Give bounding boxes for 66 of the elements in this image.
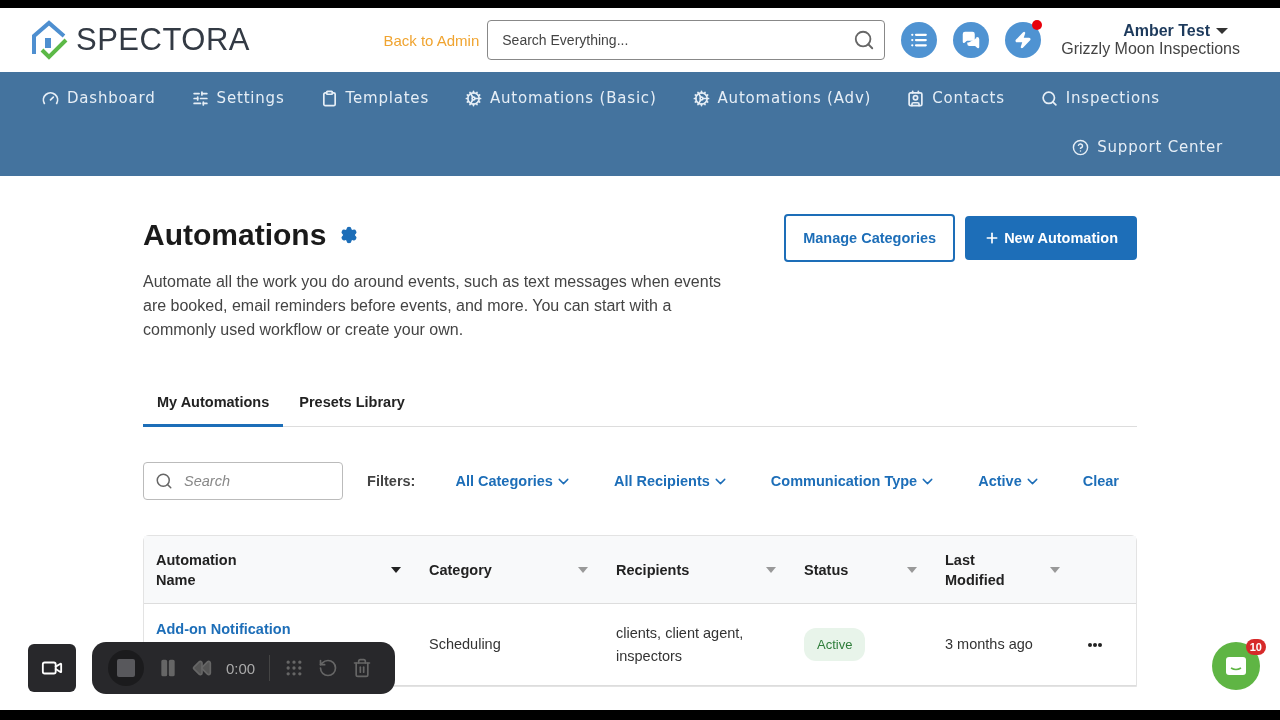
table-cell-text: Scheduling [428,635,502,654]
contact-card-icon [907,89,925,107]
cogs-icon [465,89,482,107]
search-icon [155,472,173,490]
rewind-icon[interactable] [192,658,212,678]
more-icon [1088,642,1102,647]
pause-icon[interactable] [158,658,178,678]
logo-house-icon [30,20,70,60]
search-field[interactable]: Search [143,462,344,500]
table-cell-text: 3 months ago [944,635,1034,654]
list-icon [910,31,929,49]
filter-dropdown[interactable]: All Recipients [613,472,729,490]
chat-button[interactable] [953,22,990,58]
recording-time: 0:00 [226,659,256,677]
nav-link[interactable]: Inspections [1040,89,1160,107]
search-icon [1040,89,1058,107]
status-pill: Active [804,628,866,661]
search-icon [853,29,876,51]
filter-dropdown[interactable]: Active [978,472,1041,490]
page-title: Automations [143,218,327,252]
more-options-button[interactable] [1088,642,1102,647]
help-icon [1072,138,1090,156]
column-header[interactable]: Status [792,536,933,603]
column-header[interactable]: Automation Name [144,536,417,603]
tab[interactable]: My Automations [143,382,284,427]
support-center-link[interactable]: Support Center [1072,138,1223,156]
cogs-icon [692,89,710,107]
chat-launcher-button[interactable] [1212,642,1260,690]
column-header[interactable]: Last Modified [933,536,1076,603]
nav-link[interactable]: Templates [320,89,429,107]
manage-categories-button[interactable]: Manage Categories [784,214,956,262]
settings-icon[interactable] [340,226,359,244]
clear-link[interactable]: Clear [1082,473,1119,489]
bolt-icon [1014,31,1033,49]
company-name: Grizzly Moon Inspections [1061,40,1240,58]
unread-badge: 10 [1245,639,1266,655]
logo-text: SPECTORA [76,22,250,58]
chat-bubble-icon [1225,656,1247,676]
nav-link[interactable]: Automations (Basic) [465,89,657,107]
nav-link[interactable]: Contacts [907,89,1005,107]
list-button[interactable] [901,22,938,58]
column-header[interactable]: Recipients [604,536,792,603]
camera-button[interactable] [28,644,76,692]
restart-icon[interactable] [318,658,339,678]
filters-label: Filters: [367,473,416,489]
bolt-button[interactable] [1005,22,1042,58]
sliders-icon [191,89,209,107]
new-automation-button[interactable]: New Automation [965,216,1137,260]
page-description: Automate all the work you do around events, such as text messages when events are booked, email reminders before events, and more. You can start with a commonly used workflow or create your own. [143,272,723,340]
chat-icon [962,31,981,49]
dashboard-icon [42,89,59,107]
filter-dropdown[interactable]: Communication Type [770,472,937,490]
filter-dropdown[interactable]: All Categories [455,472,572,490]
column-header[interactable]: Category [417,536,604,603]
nav-link[interactable]: Settings [191,89,285,107]
nav-link[interactable]: Dashboard [42,89,156,107]
trash-icon[interactable] [352,658,373,678]
caret-icon [1216,28,1228,34]
clipboard-icon [320,89,338,107]
nav-link[interactable]: Automations (Adv) [692,89,872,107]
automation-name-link[interactable]: Add-on Notification [156,618,291,641]
tab[interactable]: Presets Library [285,382,419,427]
search-field[interactable]: Search Everything... [487,20,886,60]
table-cell-text: clients, client agent, inspectors [615,623,745,666]
user-menu[interactable]: Amber Test [1123,22,1228,40]
stop-button[interactable] [108,650,144,686]
